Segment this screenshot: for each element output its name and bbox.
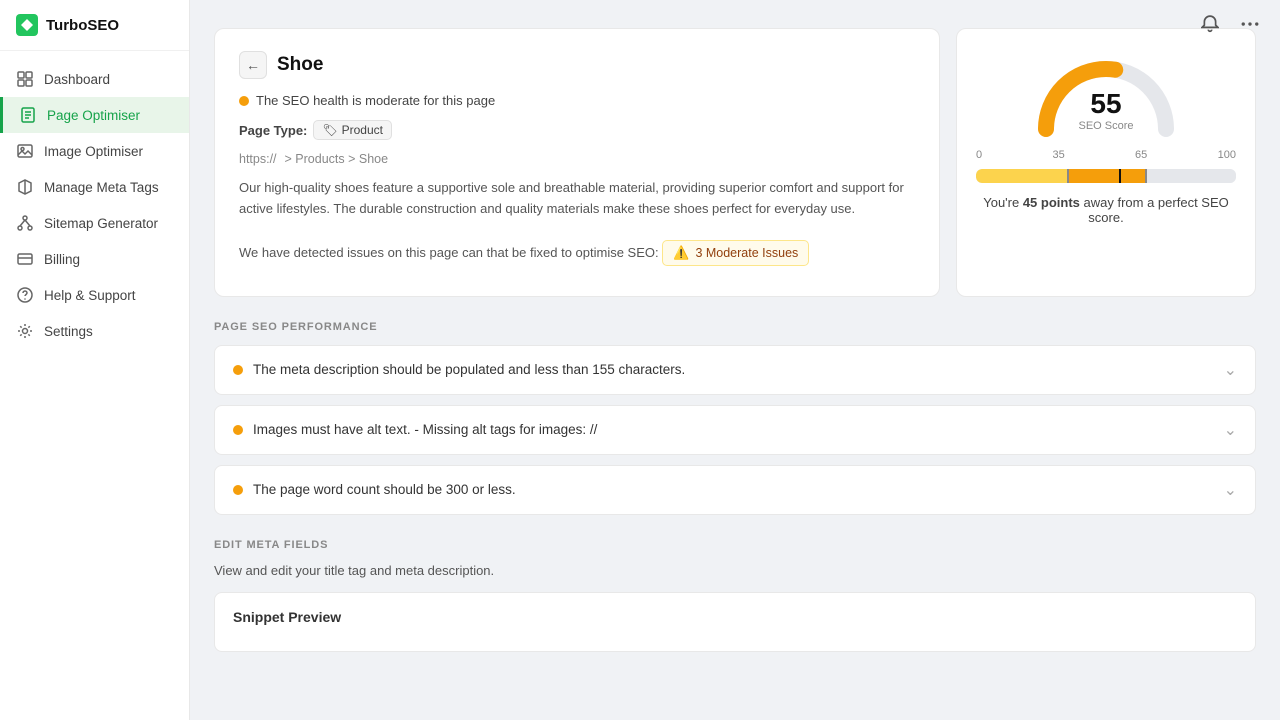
main-content: ← Shoe The SEO health is moderate for th…	[190, 0, 1280, 720]
tag-icon: 🏷	[322, 123, 337, 137]
chevron-down-icon-3: ⌄	[1224, 480, 1237, 500]
snippet-preview-card: Snippet Preview	[214, 592, 1256, 652]
seo-score-label: SEO Score	[1078, 120, 1133, 132]
issue-dot-3	[233, 485, 243, 495]
meta-tags-icon	[16, 178, 34, 196]
scale-m2: 65	[1135, 149, 1147, 161]
gauge-scale: 0 35 65 100	[976, 149, 1236, 161]
billing-icon	[16, 250, 34, 268]
sidebar-label-page-optimiser: Page Optimiser	[47, 108, 140, 123]
seo-status-line: The SEO health is moderate for this page	[239, 93, 915, 108]
breadcrumb-path: > Products > Shoe	[285, 152, 389, 166]
perf-item-meta-desc[interactable]: The meta description should be populated…	[214, 345, 1256, 395]
logo: TurboSEO	[0, 0, 189, 51]
sidebar-item-page-optimiser[interactable]: Page Optimiser	[0, 97, 189, 133]
perf-item-alt-text-left: Images must have alt text. - Missing alt…	[233, 422, 597, 437]
settings-icon	[16, 322, 34, 340]
issue-dot-2	[233, 425, 243, 435]
top-cards-row: ← Shoe The SEO health is moderate for th…	[214, 28, 1256, 297]
edit-meta-description: View and edit your title tag and meta de…	[214, 563, 1256, 578]
scale-min: 0	[976, 149, 982, 161]
notifications-button[interactable]	[1196, 10, 1224, 38]
status-dot	[239, 96, 249, 106]
page-type-label: Page Type:	[239, 123, 307, 138]
performance-section-title: PAGE SEO PERFORMANCE	[214, 321, 1256, 333]
perf-item-meta-desc-left: The meta description should be populated…	[233, 362, 685, 377]
more-options-button[interactable]	[1236, 10, 1264, 38]
sidebar-label-manage-meta-tags: Manage Meta Tags	[44, 180, 159, 195]
snippet-preview-title: Snippet Preview	[233, 609, 1237, 625]
issue-dot-1	[233, 365, 243, 375]
perf-item-word-count-left: The page word count should be 300 or les…	[233, 482, 516, 497]
points-away: 45 points	[1023, 195, 1080, 210]
perf-item-word-count-text: The page word count should be 300 or les…	[253, 482, 516, 497]
sidebar-item-manage-meta-tags[interactable]: Manage Meta Tags	[0, 169, 189, 205]
score-bar	[976, 169, 1236, 183]
perf-item-word-count[interactable]: The page word count should be 300 or les…	[214, 465, 1256, 515]
app-name: TurboSEO	[46, 17, 119, 34]
nav-menu: Dashboard Page Optimiser Image Optimiser…	[0, 51, 189, 720]
performance-items: The meta description should be populated…	[214, 345, 1256, 515]
page-url: https://	[239, 152, 277, 166]
perf-item-alt-text[interactable]: Images must have alt text. - Missing alt…	[214, 405, 1256, 455]
scale-max: 100	[1218, 149, 1236, 161]
seo-score-value: 55	[1078, 90, 1133, 118]
page-optimiser-icon	[19, 106, 37, 124]
help-icon	[16, 286, 34, 304]
sidebar-label-billing: Billing	[44, 252, 80, 267]
page-type-line: Page Type: 🏷 Product	[239, 120, 915, 140]
gauge: 55 SEO Score	[1026, 49, 1186, 139]
sidebar-label-settings: Settings	[44, 324, 93, 339]
seo-status-text: The SEO health is moderate for this page	[256, 93, 495, 108]
issues-intro: We have detected issues on this page can…	[239, 234, 915, 266]
dashboard-icon	[16, 70, 34, 88]
image-optimiser-icon	[16, 142, 34, 160]
page-info-card: ← Shoe The SEO health is moderate for th…	[214, 28, 940, 297]
sidebar: TurboSEO Dashboard Page Optimiser Image …	[0, 0, 190, 720]
sitemap-icon	[16, 214, 34, 232]
issues-badge: ⚠️ 3 Moderate Issues	[662, 240, 809, 266]
seo-score-card: 55 SEO Score 0 35 65 100	[956, 28, 1256, 297]
sidebar-label-image-optimiser: Image Optimiser	[44, 144, 143, 159]
back-button[interactable]: ←	[239, 51, 267, 79]
page-description: Our high-quality shoes feature a support…	[239, 178, 915, 220]
page-type-badge: 🏷 Product	[313, 120, 392, 140]
logo-icon	[16, 14, 38, 36]
score-message: You're 45 points away from a perfect SEO…	[981, 195, 1231, 225]
page-title: Shoe	[277, 54, 323, 76]
sidebar-item-billing[interactable]: Billing	[0, 241, 189, 277]
gauge-score: 55 SEO Score	[1078, 90, 1133, 132]
sidebar-label-help-support: Help & Support	[44, 288, 136, 303]
performance-section: PAGE SEO PERFORMANCE The meta descriptio…	[214, 321, 1256, 515]
edit-meta-title: EDIT META FIELDS	[214, 539, 1256, 551]
sidebar-item-help-support[interactable]: Help & Support	[0, 277, 189, 313]
sidebar-item-image-optimiser[interactable]: Image Optimiser	[0, 133, 189, 169]
sidebar-item-sitemap-generator[interactable]: Sitemap Generator	[0, 205, 189, 241]
card-header: ← Shoe	[239, 51, 915, 79]
sidebar-item-dashboard[interactable]: Dashboard	[0, 61, 189, 97]
sidebar-label-dashboard: Dashboard	[44, 72, 110, 87]
scale-m1: 35	[1052, 149, 1064, 161]
topbar	[1196, 10, 1264, 38]
sidebar-item-settings[interactable]: Settings	[0, 313, 189, 349]
perf-item-meta-desc-text: The meta description should be populated…	[253, 362, 685, 377]
warning-icon: ⚠️	[673, 245, 689, 261]
edit-meta-section: EDIT META FIELDS View and edit your titl…	[214, 539, 1256, 652]
sidebar-label-sitemap-generator: Sitemap Generator	[44, 216, 158, 231]
perf-item-alt-text-text: Images must have alt text. - Missing alt…	[253, 422, 597, 437]
page-type-value: Product	[342, 123, 383, 137]
chevron-down-icon-2: ⌄	[1224, 420, 1237, 440]
issues-intro-text: We have detected issues on this page can…	[239, 245, 659, 260]
chevron-down-icon-1: ⌄	[1224, 360, 1237, 380]
url-breadcrumb: https:// > Products > Shoe	[239, 152, 915, 166]
issues-badge-text: 3 Moderate Issues	[695, 246, 798, 260]
